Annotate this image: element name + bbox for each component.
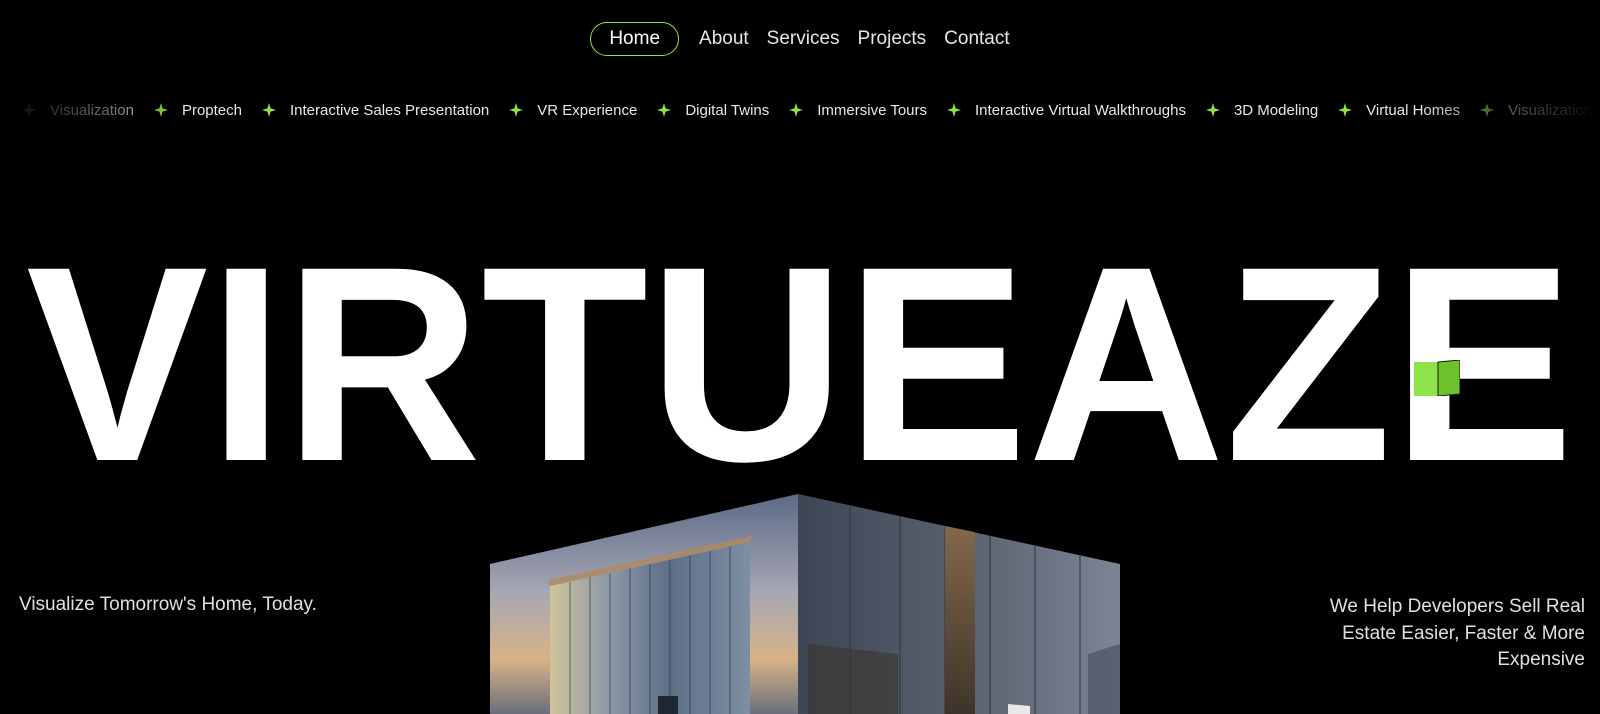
nav-services-link[interactable]: Services xyxy=(767,23,840,55)
ticker-item-label: VR Experience xyxy=(537,101,638,119)
ticker-item-label: Proptech xyxy=(181,101,242,119)
ticker-item: 3D Modeling xyxy=(1205,101,1338,119)
four-point-star-icon xyxy=(262,103,276,117)
ticker-item-label: Immersive Tours xyxy=(817,101,928,119)
four-point-star-icon xyxy=(22,103,36,117)
nav-home-link[interactable]: Home xyxy=(590,22,680,56)
tagline-left: Visualize Tomorrow's Home, Today. xyxy=(19,594,317,615)
ticker-item-label: Visualization xyxy=(1508,101,1593,119)
four-point-star-icon xyxy=(1338,103,1353,117)
ticker-item-label: Interactive Virtual Walkthroughs xyxy=(975,101,1186,119)
four-point-star-icon xyxy=(1205,103,1220,117)
ticker-track: Visualization Proptech Interactive Sales P… xyxy=(0,102,1600,119)
four-point-star-icon xyxy=(1480,103,1495,117)
hero-title-svg: VIRTUEAZE xyxy=(26,226,1574,476)
ticker-item-label: 3D Modeling xyxy=(1233,101,1319,119)
ticker-item: Interactive Sales Presentation xyxy=(262,102,509,119)
four-point-star-icon xyxy=(657,103,672,117)
ticker-item: Immersive Tours xyxy=(789,102,947,119)
ticker-item-label: Visualization xyxy=(50,101,134,119)
ticker-item-label: Virtual Homes xyxy=(1366,101,1461,119)
main-nav: Home About Services Projects Contact xyxy=(0,22,1600,56)
hero-title: VIRTUEAZE xyxy=(0,226,1600,476)
four-point-star-icon xyxy=(153,103,168,117)
ticker-item-label: Interactive Sales Presentation xyxy=(290,101,490,119)
ticker-item: Digital Twins xyxy=(657,102,789,119)
services-ticker: Visualization Proptech Interactive Sales P… xyxy=(0,96,1600,124)
building-cube-image xyxy=(490,494,1120,714)
nav-contact-link[interactable]: Contact xyxy=(944,23,1009,55)
ticker-item: Proptech xyxy=(153,101,262,119)
ticker-item: VR Experience xyxy=(509,102,657,119)
ticker-item-label: Digital Twins xyxy=(685,101,770,119)
nav-about-link[interactable]: About xyxy=(699,23,749,55)
ticker-item: Virtual Homes xyxy=(1338,102,1480,119)
nav-projects-link[interactable]: Projects xyxy=(858,23,927,55)
ticker-item: Visualization xyxy=(22,102,154,119)
green-cube-icon xyxy=(1414,360,1460,396)
ticker-item: Visualization xyxy=(1480,102,1600,119)
hero-title-text: VIRTUEAZE xyxy=(26,226,1574,476)
four-point-star-icon xyxy=(509,103,524,117)
tagline-right: We Help Developers Sell Real Estate Easi… xyxy=(1329,596,1585,670)
four-point-star-icon xyxy=(947,103,962,117)
ticker-item: Interactive Virtual Walkthroughs xyxy=(947,102,1206,119)
four-point-star-icon xyxy=(789,103,804,117)
page: Home About Services Projects Contact Vis… xyxy=(0,0,1600,714)
